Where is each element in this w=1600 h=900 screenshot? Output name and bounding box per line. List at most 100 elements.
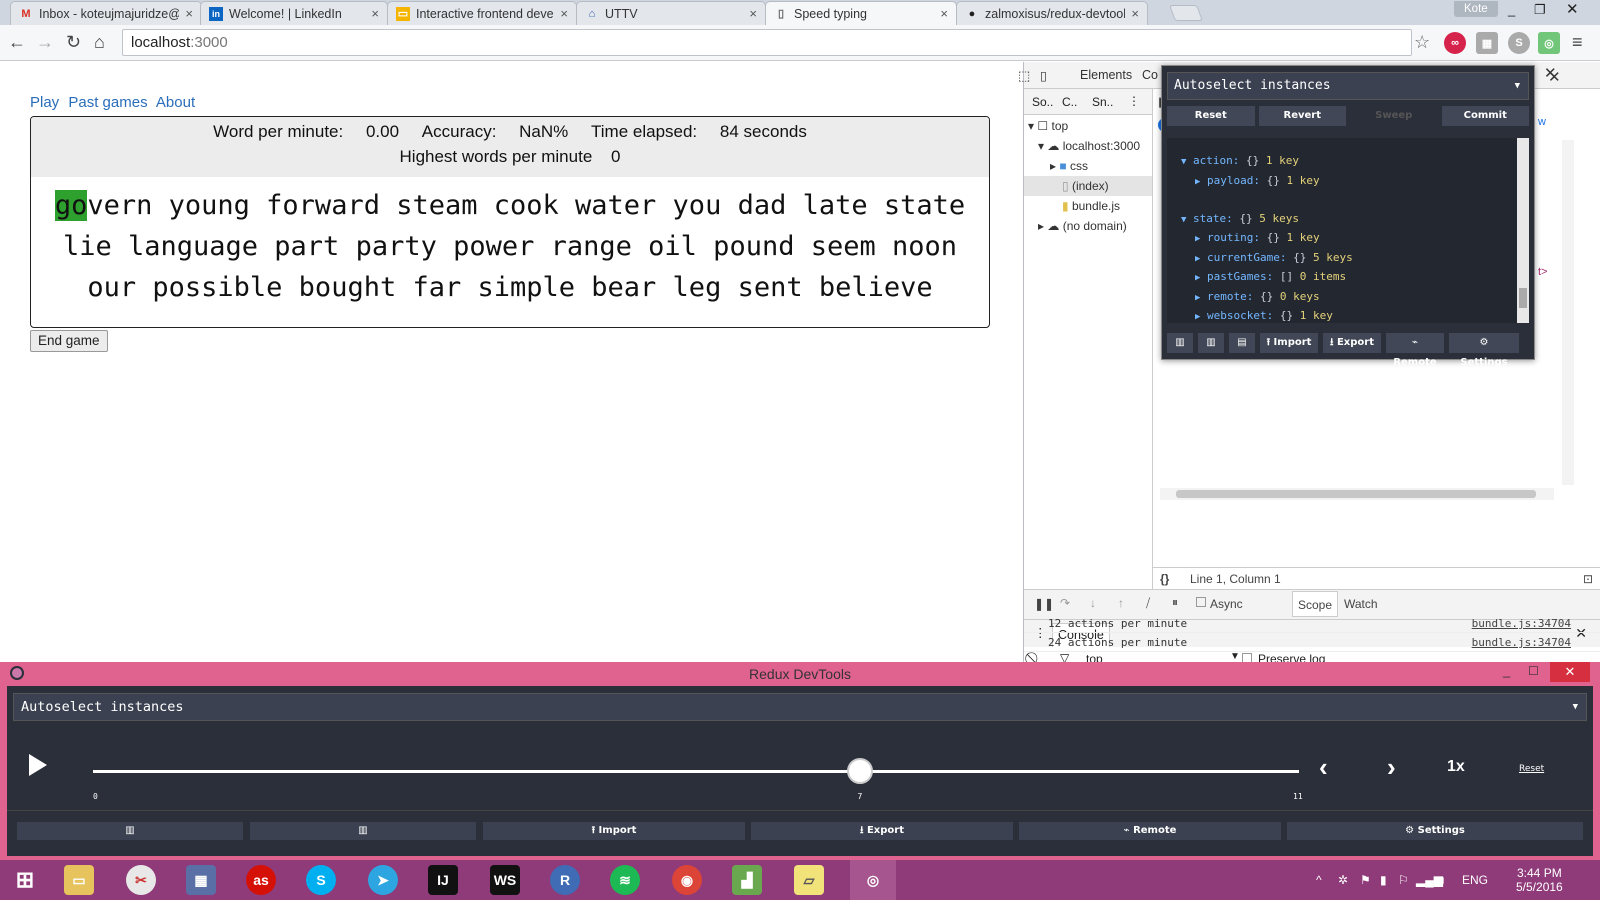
tree-item[interactable]: ▸ ☁ (no domain) bbox=[1024, 216, 1152, 236]
flag-icon[interactable]: ⚑ bbox=[1360, 860, 1371, 900]
settings-button[interactable]: ⚙ Settings bbox=[1287, 822, 1583, 840]
close-icon[interactable]: × bbox=[749, 6, 757, 21]
lastpass-icon[interactable]: ∞ bbox=[1444, 32, 1466, 54]
bottom-pane-icon[interactable]: ▤ bbox=[1229, 333, 1255, 353]
instance-select[interactable]: Autoselect instances ▼ bbox=[13, 693, 1587, 721]
nav-about[interactable]: About bbox=[156, 94, 195, 111]
minimize-icon[interactable]: _ bbox=[1503, 663, 1510, 678]
tab-interactive-frontend[interactable]: ▭ Interactive frontend devel × bbox=[387, 1, 577, 25]
tab-watch[interactable]: Watch bbox=[1344, 597, 1378, 611]
tree-item[interactable]: ▸ ■ css bbox=[1024, 156, 1152, 176]
speed-toggle[interactable]: 1x bbox=[1447, 758, 1465, 776]
tray-expand-icon[interactable]: ^ bbox=[1316, 860, 1322, 900]
revert-button[interactable]: Revert bbox=[1258, 106, 1346, 126]
chevron-left-icon[interactable]: ‹ bbox=[1319, 754, 1328, 780]
tab-gmail[interactable]: M Inbox - koteujmajuridze@ × bbox=[10, 1, 202, 25]
tab-content-scripts[interactable]: C.. bbox=[1062, 95, 1077, 109]
tree-item[interactable]: ▾ ☁ localhost:3000 bbox=[1024, 136, 1152, 156]
pretty-print-icon[interactable]: {} bbox=[1160, 568, 1169, 590]
state-tree-node[interactable]: ▶ pastGames: [] 0 items bbox=[1167, 268, 1517, 288]
state-tree-node[interactable]: ▶ routing: {} 1 key bbox=[1167, 229, 1517, 249]
telegram-icon[interactable]: ➤ bbox=[368, 865, 398, 895]
async-checkbox[interactable] bbox=[1196, 597, 1206, 607]
close-window-icon[interactable]: ✕ bbox=[1550, 662, 1590, 682]
intellij-icon[interactable]: IJ bbox=[428, 865, 458, 895]
step-out-icon[interactable]: ↑ bbox=[1118, 596, 1124, 610]
right-pane-icon[interactable]: ▥ bbox=[1198, 333, 1224, 353]
close-icon[interactable]: × bbox=[1131, 6, 1139, 21]
reset-button[interactable]: Reset bbox=[1167, 106, 1255, 126]
skype-icon[interactable]: S bbox=[306, 865, 336, 895]
tab-console[interactable]: Co bbox=[1142, 68, 1158, 82]
more-icon[interactable]: ⋮ bbox=[1128, 94, 1140, 108]
dock-icon[interactable]: ⊡ bbox=[1583, 568, 1593, 590]
tab-uttv[interactable]: ⌂ UTTV × bbox=[576, 1, 766, 25]
language-indicator[interactable]: ENG bbox=[1462, 860, 1488, 900]
snipping-tool-icon[interactable]: ✂ bbox=[126, 865, 156, 895]
pause-on-exceptions-icon[interactable]: ⏸ bbox=[1172, 595, 1178, 610]
tab-snippets[interactable]: Sn.. bbox=[1092, 95, 1113, 109]
close-icon[interactable]: × bbox=[940, 6, 948, 21]
address-bar[interactable]: localhost:3000 bbox=[122, 29, 1412, 56]
console-source-link[interactable]: bundle.js:34704 bbox=[1472, 614, 1571, 633]
maximize-icon[interactable]: ❐ bbox=[1534, 0, 1546, 20]
battery-icon[interactable]: ▮ bbox=[1380, 860, 1387, 900]
pause-icon[interactable]: ❚❚ bbox=[1034, 597, 1054, 611]
reset-link[interactable]: Reset bbox=[1519, 764, 1544, 774]
step-over-icon[interactable]: ↷ bbox=[1060, 596, 1070, 610]
left-pane-icon[interactable]: ▥ bbox=[17, 822, 243, 840]
profile-badge[interactable]: Kote bbox=[1454, 1, 1498, 17]
nav-play[interactable]: Play bbox=[30, 94, 59, 111]
state-tree-node[interactable]: ▶ payload: {} 1 key bbox=[1167, 172, 1517, 192]
minimize-icon[interactable]: _ bbox=[1508, 0, 1515, 20]
commit-button[interactable]: Commit bbox=[1441, 106, 1529, 126]
menu-icon[interactable]: ≡ bbox=[1572, 32, 1583, 52]
sweep-button[interactable]: Sweep bbox=[1350, 106, 1438, 126]
state-tree-node[interactable]: ▶ websocket: {} 1 key bbox=[1167, 307, 1517, 327]
star-icon[interactable]: ☆ bbox=[1414, 32, 1430, 52]
console-source-link[interactable]: bundle.js:34704 bbox=[1472, 633, 1571, 652]
state-tree-node[interactable]: ▶ currentGame: {} 5 keys bbox=[1167, 249, 1517, 269]
nav-past-games[interactable]: Past games bbox=[68, 94, 147, 111]
play-icon[interactable] bbox=[29, 754, 47, 776]
step-into-icon[interactable]: ↓ bbox=[1090, 596, 1096, 610]
state-tree-scrollbar[interactable] bbox=[1517, 138, 1529, 323]
maximize-icon[interactable]: ☐ bbox=[1528, 664, 1539, 678]
flag-icon[interactable]: ⚐ bbox=[1398, 860, 1409, 900]
export-button[interactable]: ⭳ Export bbox=[1323, 333, 1381, 353]
close-window-icon[interactable]: ✕ bbox=[1566, 0, 1579, 20]
file-explorer-icon[interactable]: ▭ bbox=[64, 865, 94, 895]
remote-button[interactable]: ⌁ Remote bbox=[1019, 822, 1281, 840]
inspect-icon[interactable]: ⬚ bbox=[1018, 68, 1030, 84]
new-tab-button[interactable] bbox=[1169, 5, 1203, 21]
redux-devtools-icon[interactable]: ◎ bbox=[1538, 32, 1560, 54]
clock[interactable]: 3:44 PM 5/5/2016 bbox=[1516, 866, 1563, 894]
timeline-slider[interactable] bbox=[93, 770, 1299, 773]
instance-select[interactable]: Autoselect instances ▼ bbox=[1167, 72, 1529, 100]
tab-sources[interactable]: So.. bbox=[1032, 95, 1053, 109]
extension-icon[interactable]: ▦ bbox=[1476, 32, 1498, 54]
skype-icon[interactable]: S bbox=[1508, 32, 1530, 54]
tab-speed-typing[interactable]: ▯ Speed typing × bbox=[765, 1, 957, 25]
scroll-thumb[interactable] bbox=[1519, 288, 1527, 308]
state-tree-node[interactable]: ▼ state: {} 5 keys bbox=[1167, 210, 1517, 230]
windows-start-icon[interactable]: ⊞ bbox=[10, 865, 40, 895]
tree-item[interactable]: ▯ (index) bbox=[1024, 176, 1152, 196]
chevron-right-icon[interactable]: › bbox=[1387, 754, 1396, 780]
reload-icon[interactable]: ↻ bbox=[66, 32, 81, 52]
left-pane-icon[interactable]: ▥ bbox=[1167, 333, 1193, 353]
close-icon[interactable]: × bbox=[560, 6, 568, 21]
right-pane-icon[interactable]: ▥ bbox=[250, 822, 476, 840]
back-icon[interactable]: ← bbox=[8, 32, 26, 52]
sticky-notes-icon[interactable]: ▱ bbox=[794, 865, 824, 895]
close-icon[interactable]: × bbox=[371, 6, 379, 21]
chrome-icon[interactable]: ◉ bbox=[672, 865, 702, 895]
volume-icon[interactable]: 🔈︎ bbox=[1440, 860, 1447, 900]
deactivate-breakpoints-icon[interactable]: ⧸ bbox=[1146, 596, 1150, 611]
lastfm-icon[interactable]: as bbox=[246, 865, 276, 895]
app-icon[interactable]: ▟ bbox=[732, 865, 762, 895]
forward-icon[interactable]: → bbox=[36, 32, 54, 52]
redux-devtools-taskbar-icon[interactable]: ◎ bbox=[850, 860, 896, 900]
home-icon[interactable]: ⌂ bbox=[94, 32, 105, 52]
chevron-down-icon[interactable]: ▼ bbox=[1230, 651, 1240, 662]
